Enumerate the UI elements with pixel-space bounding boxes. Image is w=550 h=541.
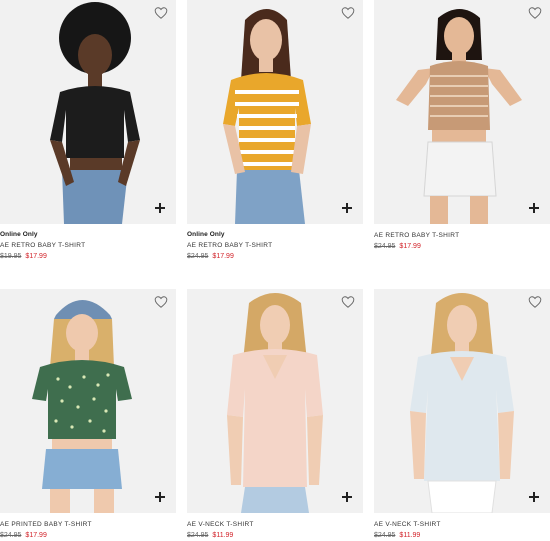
plus-icon[interactable] [154, 202, 166, 214]
original-price: $19.95 [0, 253, 22, 260]
original-price: $24.95 [187, 532, 209, 539]
sale-price: $17.99 [25, 532, 47, 539]
heart-outline-icon[interactable] [154, 6, 168, 20]
heart-outline-icon[interactable] [154, 295, 168, 309]
original-price: $24.95 [187, 253, 209, 260]
original-price: $24.95 [0, 532, 22, 539]
heart-outline-icon[interactable] [528, 295, 542, 309]
model-figure [32, 300, 132, 513]
product-card[interactable]: AE V-NECK T-SHIRT $24.95 $11.99 [187, 289, 363, 541]
price-row: $24.95 $11.99 [374, 530, 550, 541]
model-figure [50, 2, 140, 224]
product-name[interactable]: AE V-NECK T-SHIRT [187, 519, 363, 530]
price-row: $19.95 $17.99 [0, 251, 176, 262]
original-price: $24.95 [374, 532, 396, 539]
sale-price: $17.99 [399, 243, 421, 250]
plus-icon[interactable] [528, 491, 540, 503]
product-image[interactable] [374, 0, 550, 224]
sale-price: $11.99 [399, 532, 421, 539]
sale-price: $11.99 [212, 532, 234, 539]
product-card[interactable]: Online Only AE RETRO BABY T-SHIRT $24.95… [187, 0, 363, 262]
price-row: $24.95 $17.99 [0, 530, 176, 541]
product-name[interactable]: AE V-NECK T-SHIRT [374, 519, 550, 530]
product-card[interactable]: AE PRINTED BABY T-SHIRT $24.95 $17.99 [0, 289, 176, 541]
price-row: $24.95 $17.99 [187, 251, 363, 262]
product-name[interactable]: AE RETRO BABY T-SHIRT [187, 240, 363, 251]
product-grid: Online Only AE RETRO BABY T-SHIRT $19.95… [0, 0, 550, 539]
heart-outline-icon[interactable] [341, 6, 355, 20]
product-image[interactable] [0, 289, 176, 513]
heart-outline-icon[interactable] [528, 6, 542, 20]
heart-outline-icon[interactable] [341, 295, 355, 309]
plus-icon[interactable] [341, 491, 353, 503]
online-only-label: Online Only [0, 231, 38, 238]
model-figure [227, 293, 323, 513]
plus-icon[interactable] [528, 202, 540, 214]
online-only-label: Online Only [187, 231, 225, 238]
product-image[interactable] [374, 289, 550, 513]
model-figure [410, 293, 514, 513]
model-figure [223, 9, 311, 224]
sale-price: $17.99 [25, 253, 47, 260]
product-card[interactable]: AE RETRO BABY T-SHIRT $24.95 $17.99 [374, 0, 550, 252]
price-row: $24.95 $17.99 [374, 241, 550, 252]
price-row: $24.95 $11.99 [187, 530, 363, 541]
product-name[interactable]: AE RETRO BABY T-SHIRT [0, 240, 176, 251]
product-card[interactable]: Online Only AE RETRO BABY T-SHIRT $19.95… [0, 0, 176, 262]
product-image[interactable] [0, 0, 176, 224]
product-image[interactable] [187, 0, 363, 224]
plus-icon[interactable] [154, 491, 166, 503]
product-name[interactable]: AE PRINTED BABY T-SHIRT [0, 519, 176, 530]
product-card[interactable]: AE V-NECK T-SHIRT $24.95 $11.99 [374, 289, 550, 541]
plus-icon[interactable] [341, 202, 353, 214]
model-figure [396, 9, 522, 224]
sale-price: $17.99 [212, 253, 234, 260]
product-image[interactable] [187, 289, 363, 513]
original-price: $24.95 [374, 243, 396, 250]
product-name[interactable]: AE RETRO BABY T-SHIRT [374, 230, 550, 241]
